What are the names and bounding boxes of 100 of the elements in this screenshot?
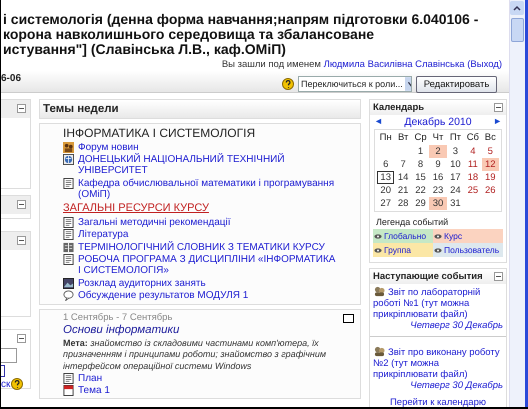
weekday-label: Сб	[466, 131, 480, 145]
event-date: Четверг 30 Декабрь	[409, 380, 503, 391]
eye-icon[interactable]	[434, 248, 442, 252]
calendar-day[interactable]: 18	[464, 171, 482, 184]
resource-link[interactable]: Розклад аудиторних занять	[78, 278, 206, 288]
calendar-day[interactable]: 30	[429, 197, 447, 210]
calendar-day[interactable]: 16	[429, 171, 447, 184]
collapse-icon[interactable]	[17, 334, 26, 343]
collapse-icon[interactable]	[494, 103, 503, 112]
resource-link[interactable]: ТЕРМІНОЛОГІЧНИЙ СЛОВНИК З ТЕМАТИКИ КУРСУ	[78, 242, 325, 252]
legend-item[interactable]: Пользователь	[433, 243, 503, 257]
calendar-day[interactable]: 4	[464, 145, 482, 158]
calendar-day[interactable]: 12	[482, 158, 499, 171]
event-link[interactable]: Звіт по лабораторній роботі №1 (тут можна прикріплювати файл)	[373, 286, 503, 320]
role-dropdown[interactable]: Переключиться к роли...	[298, 76, 412, 92]
legend-item[interactable]: Группа	[373, 243, 433, 257]
search-field[interactable]	[1, 348, 17, 363]
calendar-day[interactable]: 2	[429, 145, 447, 158]
resource-link[interactable]: Кафедра обчислювальної математики і програмування (ОМіП)	[78, 178, 340, 200]
calendar-day[interactable]: 28	[394, 197, 412, 210]
page-title: корона навколишнього середовища та збалансоване	[3, 27, 374, 42]
month-link[interactable]: Декабрь 2010	[404, 116, 472, 128]
calendar-day[interactable]: 9	[429, 158, 447, 171]
document-icon	[63, 178, 74, 188]
eye-icon[interactable]	[434, 234, 442, 238]
calendar-day[interactable]: 10	[446, 158, 464, 171]
page-title: і системологія (денна форма навчання;напрям підготовки 6.040106 -	[3, 12, 480, 27]
resource-link[interactable]: Загальні методичні рекомендації	[78, 216, 230, 228]
legend-item[interactable]: Глобально	[373, 229, 433, 243]
resource-link[interactable]: Форум новин	[78, 142, 139, 152]
calendar-day[interactable]: 8	[412, 158, 430, 171]
document-icon	[63, 373, 74, 384]
logout-link[interactable]: (Выход)	[467, 59, 502, 70]
weekday-label: Пт	[448, 131, 462, 145]
image-icon	[63, 278, 74, 288]
calendar-day[interactable]: 17	[446, 171, 464, 184]
collapse-icon[interactable]	[17, 104, 26, 113]
legend-title: Легенда событий	[375, 216, 450, 229]
advanced-search-link[interactable]: ск	[1, 378, 10, 390]
calendar-day[interactable]: 11	[464, 158, 482, 171]
calendar-day[interactable]: 22	[412, 184, 430, 197]
document-icon	[63, 229, 74, 240]
eye-icon[interactable]	[374, 248, 382, 252]
section-header: Темы недели	[39, 99, 361, 119]
help-icon[interactable]	[11, 378, 24, 390]
collapse-icon[interactable]	[17, 200, 26, 209]
calendar-link[interactable]: Перейти к календарю	[370, 397, 506, 407]
weekday-label: Ср	[413, 131, 428, 145]
calendar-day[interactable]: 7	[394, 158, 412, 171]
calendar-day[interactable]: 1	[412, 145, 430, 158]
event-link[interactable]: Звіт про виконану роботу №2 (тут можна прикріплювати файл)	[373, 346, 503, 380]
highlight-toggle-icon[interactable]	[343, 314, 354, 322]
resource-link[interactable]: План	[78, 373, 102, 384]
breadcrumb[interactable]: 6-06	[1, 72, 22, 84]
section-label-link[interactable]: ЗАГАЛЬНІ РЕСУРСИ КУРСУ	[63, 202, 209, 214]
scrollbar-thumb[interactable]	[511, 18, 524, 42]
resource-link[interactable]: РОБОЧА ПРОГРАМА З ДИСЦИПЛІНИ «ІНФОРМАТИКА І СИСТЕМОЛОГІЯ»	[78, 254, 340, 276]
search-button[interactable]	[1, 365, 5, 377]
login-text: Вы зашли под именем	[222, 59, 321, 70]
resource-link[interactable]: ДОНЕЦЬКИЙ НАЦІОНАЛЬНИЙ ТЕХНІЧНИЙ УНІВЕРСИТЕТ	[78, 154, 340, 176]
resource-link[interactable]: Тема 1	[78, 385, 110, 396]
collapse-icon[interactable]	[494, 272, 503, 281]
week-title: Основи інформатики	[63, 324, 180, 336]
scroll-up-icon[interactable]	[510, 1, 524, 15]
globe-icon	[63, 154, 74, 165]
calendar-day[interactable]: 27	[377, 197, 394, 210]
document-icon	[63, 254, 74, 265]
calendar-day[interactable]: 6	[377, 158, 394, 171]
resource-link[interactable]: Обсуждение результатов МОДУЛЯ 1	[78, 290, 248, 301]
scrollbar[interactable]	[509, 0, 528, 407]
calendar-day[interactable]: 24	[446, 184, 464, 197]
calendar-day[interactable]: 25	[464, 184, 482, 197]
edit-button[interactable]: Редактировать	[416, 76, 497, 92]
calendar-day[interactable]: 15	[412, 171, 430, 184]
calendar-day[interactable]: 13	[377, 171, 394, 184]
user-link[interactable]: Людмила Василівна Славінська	[324, 59, 465, 70]
legend-item[interactable]: Курс	[433, 229, 503, 243]
calendar-day[interactable]: 29	[412, 197, 430, 210]
help-icon[interactable]	[282, 78, 294, 90]
eye-icon[interactable]	[374, 234, 382, 238]
weekday-label: Пн	[378, 131, 393, 145]
calendar-day[interactable]: 14	[394, 171, 412, 184]
calendar-day[interactable]: 21	[394, 184, 412, 197]
calendar-day[interactable]: 26	[482, 184, 499, 197]
people-icon	[373, 346, 386, 357]
calendar-day[interactable]: 5	[482, 145, 499, 158]
previous-month-link[interactable]: ◄	[374, 116, 383, 128]
calendar-day[interactable]: 20	[377, 184, 394, 197]
next-month-link[interactable]: ►	[493, 116, 502, 128]
collapse-icon[interactable]	[17, 236, 26, 245]
speech-bubble-icon	[63, 290, 74, 301]
document-icon	[63, 216, 74, 228]
calendar-day[interactable]: 3	[446, 145, 464, 158]
calendar-day[interactable]: 19	[482, 171, 499, 184]
week-summary: Мета: знайомство із складовими частинами комп'ютера, їх призначенням і принципами роботи; знайомство з графічним інтерфейсом операційної системи Windows	[63, 338, 327, 372]
resource-link[interactable]: Література	[78, 229, 128, 240]
people-icon	[63, 142, 74, 152]
calendar-day[interactable]: 31	[446, 197, 464, 210]
calendar-day[interactable]: 23	[429, 184, 447, 197]
weekday-label: Чт	[432, 131, 444, 145]
